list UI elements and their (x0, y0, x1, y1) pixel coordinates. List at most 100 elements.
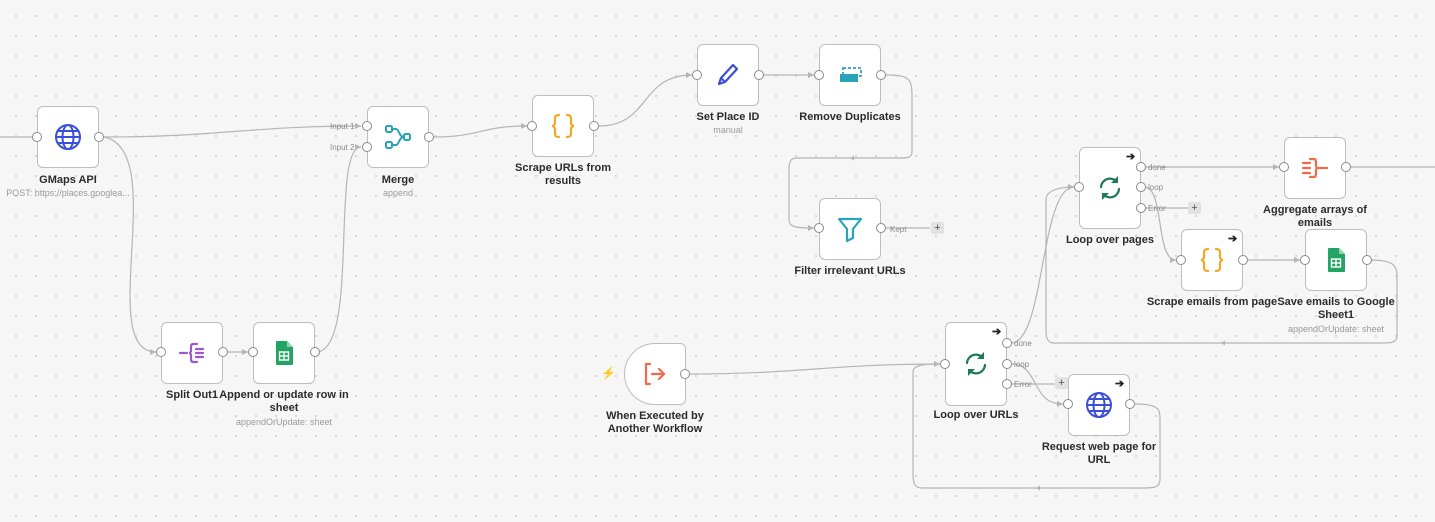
port-scrape-urls-in[interactable] (527, 121, 537, 131)
port-remove-in[interactable] (814, 70, 824, 80)
port-save-in[interactable] (1300, 255, 1310, 265)
node-title: Merge (381, 174, 415, 186)
arrow-right-icon: ➔ (1115, 378, 1125, 390)
port-append-out[interactable] (310, 347, 320, 357)
port-trigger-out[interactable] (680, 369, 690, 379)
node-title: Filter irrelevant URLs (794, 265, 906, 277)
node-title: Aggregate arrays of emails (1245, 204, 1385, 230)
google-sheets-icon (269, 338, 299, 368)
globe-icon (1084, 390, 1114, 420)
arrow-right-icon: ➔ (992, 326, 1002, 338)
node-title: When Executed by Another Workflow (585, 410, 725, 436)
port-label-loop: loop (1148, 183, 1164, 192)
port-loopurls-error[interactable] (1002, 379, 1012, 389)
node-aggregate[interactable] (1284, 137, 1346, 199)
node-scrape-urls[interactable] (532, 95, 594, 157)
merge-icon (383, 122, 413, 152)
title-line: results (544, 175, 582, 187)
port-looppages-error[interactable] (1136, 203, 1146, 213)
port-looppages-loop[interactable] (1136, 182, 1146, 192)
node-gmaps-api[interactable] (37, 106, 99, 168)
node-title: Append or update row in sheet (209, 389, 359, 415)
curly-braces-icon (548, 111, 578, 141)
node-subtitle: append (382, 188, 414, 198)
edge-trigger-loopurls (689, 363, 941, 375)
add-node-button[interactable]: + (1188, 202, 1201, 214)
node-subtitle: appendOrUpdate: sheet (235, 417, 333, 427)
trigger-bolt-icon: ⚡ (601, 366, 616, 380)
title-line: URL (1087, 454, 1111, 466)
title-line: Save emails to Google (1277, 296, 1395, 308)
midpoint-arrow-1 (850, 155, 854, 161)
port-label-error: Error (1148, 204, 1166, 213)
port-set-in[interactable] (692, 70, 702, 80)
node-set-place-id[interactable] (697, 44, 759, 106)
node-title: Scrape emails from page (1146, 296, 1278, 308)
port-save-out[interactable] (1362, 255, 1372, 265)
port-label-error: Error (1014, 380, 1032, 389)
port-set-out[interactable] (754, 70, 764, 80)
port-gmaps-out[interactable] (94, 132, 104, 142)
node-append-row[interactable] (253, 322, 315, 384)
port-loopurls-loop[interactable] (1002, 359, 1012, 369)
edge-looppages-loop-scrape (1143, 186, 1177, 261)
midpoint-arrow-2 (1036, 485, 1040, 491)
google-sheets-icon (1321, 245, 1351, 275)
port-request-out[interactable] (1125, 399, 1135, 409)
aggregate-icon (1300, 153, 1330, 183)
port-split-in[interactable] (156, 347, 166, 357)
node-subtitle: appendOrUpdate: sheet (1287, 324, 1385, 334)
edge-merge-scrape (433, 125, 528, 138)
node-loop-urls[interactable]: ➔ (945, 322, 1007, 406)
port-loopurls-done[interactable] (1002, 338, 1012, 348)
node-remove-duplicates[interactable] (819, 44, 881, 106)
title-line: Scrape URLs from (515, 162, 611, 174)
node-merge[interactable] (367, 106, 429, 168)
title-line: Request web page for (1041, 441, 1157, 453)
port-filter-kept[interactable] (876, 223, 886, 233)
port-label-loop: loop (1014, 360, 1030, 369)
port-aggregate-in[interactable] (1279, 162, 1289, 172)
remove-duplicates-icon (835, 60, 865, 90)
port-merge-in1[interactable] (362, 121, 372, 131)
port-label-done: done (1014, 339, 1032, 348)
port-merge-out[interactable] (424, 132, 434, 142)
node-request-page[interactable]: ➔ (1068, 374, 1130, 436)
port-gmaps-in[interactable] (32, 132, 42, 142)
node-save-emails[interactable] (1305, 229, 1367, 291)
pencil-icon (713, 60, 743, 90)
port-append-in[interactable] (248, 347, 258, 357)
port-merge-in2[interactable] (362, 142, 372, 152)
port-looppages-done[interactable] (1136, 162, 1146, 172)
port-split-out[interactable] (218, 347, 228, 357)
port-request-in[interactable] (1063, 399, 1073, 409)
arrowhead-merge-in1 (355, 123, 361, 129)
node-title: Loop over pages (1065, 234, 1155, 246)
port-loopurls-in[interactable] (940, 359, 950, 369)
port-looppages-in[interactable] (1074, 182, 1084, 192)
split-out-icon (177, 338, 207, 368)
node-split-out[interactable] (161, 322, 223, 384)
node-scrape-emails[interactable]: ➔ (1181, 229, 1243, 291)
add-node-button[interactable]: + (1055, 377, 1068, 389)
node-trigger[interactable] (624, 343, 686, 405)
port-scrape-emails-in[interactable] (1176, 255, 1186, 265)
node-filter-urls[interactable] (819, 198, 881, 260)
node-subtitle: POST: https://places.googlea... (6, 188, 130, 198)
title-line: Append or update row in (219, 389, 349, 401)
port-scrape-emails-out[interactable] (1238, 255, 1248, 265)
node-title: Set Place ID (696, 111, 760, 123)
port-aggregate-out[interactable] (1341, 162, 1351, 172)
node-loop-pages[interactable]: ➔ (1079, 147, 1141, 229)
port-remove-out[interactable] (876, 70, 886, 80)
edge-loopurls-done-looppages (1010, 186, 1075, 344)
node-title: Scrape URLs from results (493, 162, 633, 188)
add-node-button[interactable]: + (931, 222, 944, 234)
port-filter-in[interactable] (814, 223, 824, 233)
port-label-done: done (1148, 163, 1166, 172)
port-scrape-urls-out[interactable] (589, 121, 599, 131)
title-line: Another Workflow (607, 423, 703, 435)
node-subtitle: manual (713, 125, 743, 135)
globe-icon (53, 122, 83, 152)
midpoint-arrow-3 (1221, 340, 1225, 346)
